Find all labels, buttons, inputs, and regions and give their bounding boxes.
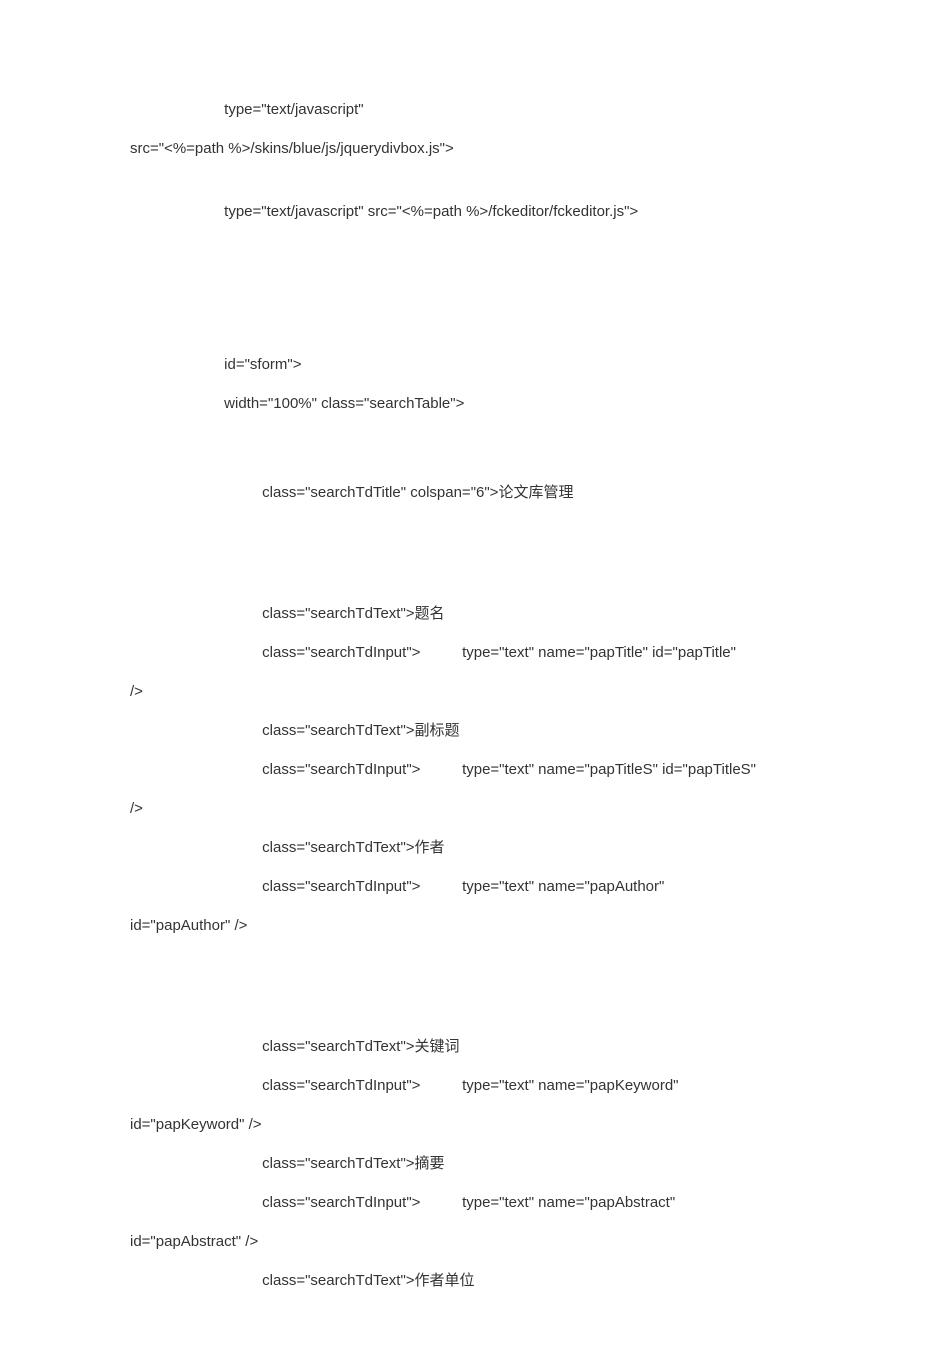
code-line: id="papKeyword" /> <box>130 1105 930 1144</box>
code-line: /> <box>130 672 930 711</box>
blank-line <box>130 512 930 562</box>
code-line: class="searchTdTitle" colspan="6">论文库管理 <box>130 473 930 512</box>
blank-line <box>130 168 930 192</box>
code-line: class="searchTdInput"> type="text" name=… <box>130 1183 930 1222</box>
code-line: type="text/javascript" src="<%=path %>/f… <box>130 192 930 231</box>
blank-line <box>130 562 930 594</box>
code-line: id="papAbstract" /> <box>130 1222 930 1261</box>
blank-line <box>130 313 930 345</box>
code-line: class="searchTdInput"> type="text" name=… <box>130 633 930 672</box>
code-line: class="searchTdText">作者单位 <box>130 1261 930 1300</box>
code-line: class="searchTdInput"> type="text" name=… <box>130 1066 930 1105</box>
code-line: class="searchTdInput"> type="text" name=… <box>130 867 930 906</box>
code-line: id="sform"> <box>130 345 930 384</box>
code-line: class="searchTdText">题名 <box>130 594 930 633</box>
blank-line <box>130 945 930 995</box>
code-line: class="searchTdText">关键词 <box>130 1027 930 1066</box>
code-line: class="searchTdInput"> type="text" name=… <box>130 750 930 789</box>
code-line: class="searchTdText">作者 <box>130 828 930 867</box>
code-line: id="papAuthor" /> <box>130 906 930 945</box>
code-line: /> <box>130 789 930 828</box>
code-line: class="searchTdText">副标题 <box>130 711 930 750</box>
code-line: type="text/javascript" <box>130 90 930 129</box>
blank-line <box>130 281 930 313</box>
code-line: src="<%=path %>/skins/blue/js/jquerydivb… <box>130 129 930 168</box>
blank-line <box>130 423 930 473</box>
document-body: type="text/javascript"src="<%=path %>/sk… <box>130 90 930 1300</box>
code-line: class="searchTdText">摘要 <box>130 1144 930 1183</box>
code-line: width="100%" class="searchTable"> <box>130 384 930 423</box>
blank-line <box>130 231 930 281</box>
blank-line <box>130 995 930 1027</box>
